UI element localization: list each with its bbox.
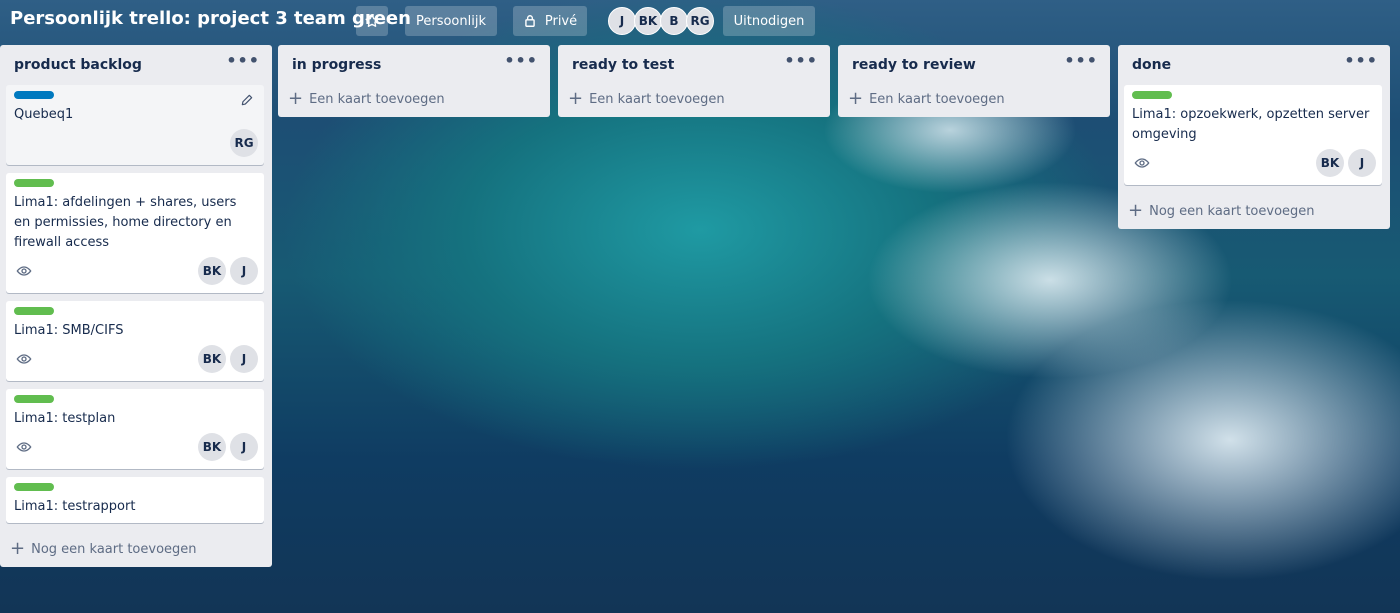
add-card-label: Nog een kaart toevoegen xyxy=(1149,203,1315,219)
card-member-avatar[interactable]: BK xyxy=(198,345,226,373)
member-initials: BK xyxy=(1320,156,1340,170)
member-initials: BK xyxy=(202,352,222,366)
card-label-blue xyxy=(14,91,54,99)
list-header[interactable]: ready to review ••• xyxy=(838,45,1110,85)
member-avatar-initials: BK xyxy=(638,14,658,28)
list-menu-icon[interactable]: ••• xyxy=(226,53,260,69)
list-header[interactable]: product backlog ••• xyxy=(0,45,272,85)
plus-icon: + xyxy=(10,538,26,559)
add-card-button[interactable]: + Een kaart toevoegen xyxy=(558,81,830,117)
add-card-label: Een kaart toevoegen xyxy=(869,91,1005,107)
lock-icon xyxy=(525,15,535,27)
list-done: done ••• Lima1: opzoekwerk, opzetten ser… xyxy=(1118,45,1390,229)
add-card-label: Een kaart toevoegen xyxy=(309,91,445,107)
card-member-avatar[interactable]: J xyxy=(230,433,258,461)
add-card-label: Nog een kaart toevoegen xyxy=(31,541,197,557)
plus-icon: + xyxy=(1128,200,1144,221)
add-card-button[interactable]: + Een kaart toevoegen xyxy=(278,81,550,117)
list-title[interactable]: done xyxy=(1132,57,1171,73)
list-title[interactable]: ready to test xyxy=(572,57,674,73)
list-menu-icon[interactable]: ••• xyxy=(1064,53,1098,69)
member-initials: BK xyxy=(202,264,222,278)
member-avatar-rg[interactable]: RG xyxy=(686,7,714,35)
plus-icon: + xyxy=(288,88,304,109)
list-menu-icon[interactable]: ••• xyxy=(1344,53,1378,69)
card[interactable]: Quebeq1 RG xyxy=(6,85,264,165)
member-avatar-initials: B xyxy=(669,14,679,28)
card-title: Lima1: opzoekwerk, opzetten server omgev… xyxy=(1132,107,1370,142)
member-initials: J xyxy=(241,440,247,454)
eye-icon xyxy=(16,354,32,364)
eye-icon xyxy=(1134,158,1150,168)
invite-button-label: Uitnodigen xyxy=(733,13,805,29)
star-button[interactable] xyxy=(356,6,388,36)
card-member-avatar[interactable]: BK xyxy=(198,257,226,285)
list-ready-to-review: ready to review ••• + Een kaart toevoege… xyxy=(838,45,1110,117)
card-member-avatar[interactable]: RG xyxy=(230,129,258,157)
visibility-label: Privé xyxy=(544,13,578,29)
card-label-green xyxy=(14,395,54,403)
eye-icon xyxy=(16,442,32,452)
list-header[interactable]: in progress ••• xyxy=(278,45,550,85)
add-card-label: Een kaart toevoegen xyxy=(589,91,725,107)
board-title[interactable]: Persoonlijk trello: project 3 team green xyxy=(10,8,411,29)
card-title: Quebeq1 xyxy=(14,107,74,122)
list-title[interactable]: in progress xyxy=(292,57,381,73)
invite-button[interactable]: Uitnodigen xyxy=(723,6,815,36)
list-menu-icon[interactable]: ••• xyxy=(504,53,538,69)
pencil-icon[interactable] xyxy=(240,93,254,107)
card[interactable]: Lima1: SMB/CIFS BK J xyxy=(6,301,264,381)
member-initials: J xyxy=(1359,156,1365,170)
member-initials: J xyxy=(241,264,247,278)
list-ready-to-test: ready to test ••• + Een kaart toevoegen xyxy=(558,45,830,117)
add-card-button[interactable]: + Nog een kaart toevoegen xyxy=(0,531,272,567)
card-label-green xyxy=(1132,91,1172,99)
add-card-button[interactable]: + Een kaart toevoegen xyxy=(838,81,1110,117)
list-header[interactable]: ready to test ••• xyxy=(558,45,830,85)
card-label-green xyxy=(14,307,54,315)
card-title: Lima1: testrapport xyxy=(14,499,136,514)
member-avatar-initials: RG xyxy=(690,14,710,28)
card-member-avatar[interactable]: J xyxy=(230,257,258,285)
card[interactable]: Lima1: opzoekwerk, opzetten server omgev… xyxy=(1124,85,1382,185)
member-initials: BK xyxy=(202,440,222,454)
board-header: Persoonlijk trello: project 3 team green… xyxy=(0,0,1400,42)
member-initials: RG xyxy=(234,136,254,150)
plus-icon: + xyxy=(568,88,584,109)
member-avatar-j[interactable]: J xyxy=(608,7,636,35)
card-title: Lima1: testplan xyxy=(14,411,116,426)
visibility-button[interactable]: Privé xyxy=(513,6,587,36)
card-title: Lima1: afdelingen + shares, users en per… xyxy=(14,195,237,250)
card-member-avatar[interactable]: BK xyxy=(198,433,226,461)
card-member-avatar[interactable]: BK xyxy=(1316,149,1344,177)
card[interactable]: Lima1: testrapport xyxy=(6,477,264,523)
plus-icon: + xyxy=(848,88,864,109)
team-button[interactable]: Persoonlijk xyxy=(405,6,497,36)
team-button-label: Persoonlijk xyxy=(415,13,486,29)
card[interactable]: Lima1: testplan BK J xyxy=(6,389,264,469)
star-icon xyxy=(365,14,379,27)
card[interactable]: Lima1: afdelingen + shares, users en per… xyxy=(6,173,264,293)
add-card-button[interactable]: + Nog een kaart toevoegen xyxy=(1118,193,1390,229)
member-avatar-bk[interactable]: BK xyxy=(634,7,662,35)
member-initials: J xyxy=(241,352,247,366)
list-title[interactable]: ready to review xyxy=(852,57,976,73)
card-title: Lima1: SMB/CIFS xyxy=(14,323,124,338)
list-title[interactable]: product backlog xyxy=(14,57,142,73)
member-avatar-initials: J xyxy=(619,14,625,28)
list-product-backlog: product backlog ••• Quebeq1 RG Lima1: af… xyxy=(0,45,272,567)
member-avatar-b[interactable]: B xyxy=(660,7,688,35)
card-label-green xyxy=(14,179,54,187)
eye-icon xyxy=(16,266,32,276)
list-menu-icon[interactable]: ••• xyxy=(784,53,818,69)
card-label-green xyxy=(14,483,54,491)
card-member-avatar[interactable]: J xyxy=(230,345,258,373)
card-member-avatar[interactable]: J xyxy=(1348,149,1376,177)
list-header[interactable]: done ••• xyxy=(1118,45,1390,85)
list-in-progress: in progress ••• + Een kaart toevoegen xyxy=(278,45,550,117)
